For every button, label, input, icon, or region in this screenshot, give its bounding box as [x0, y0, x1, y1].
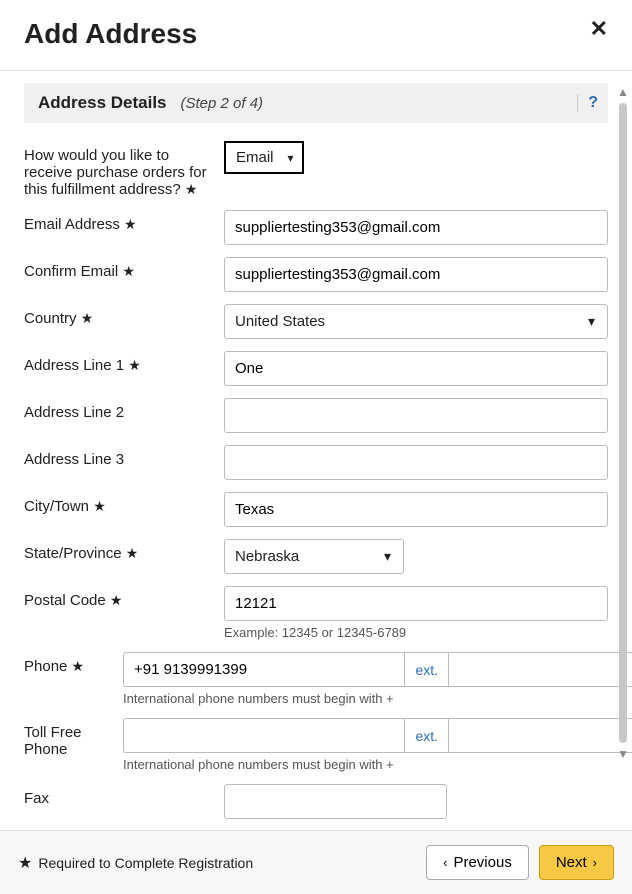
next-button[interactable]: Next ›	[539, 845, 614, 880]
email-input[interactable]	[224, 210, 608, 245]
confirm-email-input[interactable]	[224, 257, 608, 292]
scrollbar-thumb[interactable]	[619, 103, 627, 743]
addr3-input[interactable]	[224, 445, 608, 480]
section-header: Address Details (Step 2 of 4) ?	[24, 83, 608, 123]
scroll-up-icon[interactable]: ▲	[617, 85, 629, 99]
country-label: Country ★	[24, 304, 224, 327]
chevron-down-icon: ▾	[384, 548, 391, 565]
tollfree-hint: International phone numbers must begin w…	[123, 757, 608, 772]
addr2-label: Address Line 2	[24, 398, 224, 421]
section-step: (Step 2 of 4)	[181, 95, 264, 112]
addr1-input[interactable]	[224, 351, 608, 386]
chevron-down-icon: ▾	[287, 151, 293, 165]
state-label: State/Province ★	[24, 539, 224, 562]
postal-label: Postal Code ★	[24, 586, 224, 609]
phone-hint: International phone numbers must begin w…	[123, 691, 608, 706]
addr1-label: Address Line 1 ★	[24, 351, 224, 374]
required-star: ★	[81, 310, 94, 326]
required-star: ★	[126, 545, 139, 561]
required-star: ★	[72, 658, 85, 674]
required-star: ★	[93, 498, 106, 514]
help-icon[interactable]: ?	[577, 94, 598, 112]
phone-label: Phone ★	[24, 652, 123, 675]
tollfree-ext-input[interactable]	[448, 718, 632, 753]
phone-ext-input[interactable]	[448, 652, 632, 687]
required-star: ★	[124, 216, 137, 232]
phone-input[interactable]	[123, 652, 404, 687]
tollfree-label: Toll Free Phone	[24, 718, 123, 758]
required-star: ★	[122, 263, 135, 279]
required-footnote: ★ Required to Complete Registration	[18, 853, 253, 873]
fax-input[interactable]	[224, 784, 447, 819]
chevron-left-icon: ‹	[443, 855, 447, 870]
postal-hint: Example: 12345 or 12345-6789	[224, 625, 608, 640]
receive-method-label: How would you like to receive purchase o…	[24, 141, 224, 198]
city-input[interactable]	[224, 492, 608, 527]
previous-button[interactable]: ‹ Previous	[426, 845, 529, 880]
ext-label: ext.	[404, 718, 448, 753]
state-select[interactable]: Nebraska ▾	[224, 539, 404, 574]
country-select[interactable]: United States ▾	[224, 304, 608, 339]
required-star: ★	[185, 181, 198, 197]
close-icon[interactable]: ✕	[590, 18, 608, 40]
scroll-down-icon[interactable]: ▼	[617, 747, 629, 761]
tollfree-input[interactable]	[123, 718, 404, 753]
addr3-label: Address Line 3	[24, 445, 224, 468]
chevron-right-icon: ›	[593, 855, 597, 870]
email-label: Email Address ★	[24, 210, 224, 233]
ext-label: ext.	[404, 652, 448, 687]
section-title: Address Details	[38, 93, 167, 113]
required-star: ★	[110, 592, 123, 608]
chevron-down-icon: ▾	[588, 313, 595, 330]
required-star: ★	[128, 357, 141, 373]
receive-method-select[interactable]: Email ▾	[224, 141, 304, 174]
fax-label: Fax	[24, 784, 224, 807]
addr2-input[interactable]	[224, 398, 608, 433]
page-title: Add Address	[24, 18, 197, 50]
confirm-email-label: Confirm Email ★	[24, 257, 224, 280]
postal-input[interactable]	[224, 586, 608, 621]
city-label: City/Town ★	[24, 492, 224, 515]
